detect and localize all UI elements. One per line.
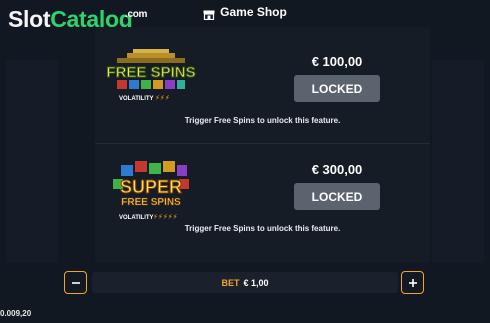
offer-price: € 100,00 — [311, 54, 363, 69]
offer-price: € 300,00 — [311, 162, 363, 177]
offer-super-free-spins: SUPER FREE SPINS VOLATILITY ⚡⚡⚡⚡⚡ € 300,… — [95, 145, 430, 261]
offer-divider — [95, 143, 430, 144]
background-reels-right — [432, 60, 484, 263]
offer-free-spins: FREE SPINS VOLATILITY ⚡⚡⚡ € 100,00 LOCKE… — [95, 27, 430, 143]
plus-icon — [408, 278, 417, 287]
super-logo-text: SUPER — [120, 177, 182, 197]
volatility-bolts: ⚡⚡⚡⚡⚡ — [153, 213, 178, 221]
watermark-com: .com — [125, 9, 148, 20]
watermark-slot: Slot — [8, 6, 51, 32]
page-title: Game Shop — [220, 5, 287, 19]
unlock-hint: Trigger Free Spins to unlock this featur… — [184, 116, 341, 125]
free-spins-logo-text: FREE SPINS — [106, 64, 195, 81]
bet-label: BET — [221, 277, 240, 288]
bet-increase-button[interactable] — [401, 271, 424, 294]
super-free-spins-logo: SUPER FREE SPINS VOLATILITY ⚡⚡⚡⚡⚡ — [105, 159, 197, 227]
minus-icon — [71, 281, 80, 284]
bet-decrease-button[interactable] — [64, 271, 87, 294]
shop-icon — [203, 7, 215, 21]
locked-button[interactable]: LOCKED — [294, 75, 380, 102]
unlock-hint: Trigger Free Spins to unlock this featur… — [184, 224, 341, 233]
super-free-spins-logo-text: FREE SPINS — [121, 197, 181, 208]
balance-value: 0.009,20 — [0, 309, 32, 318]
bet-display: BET € 1,00 — [92, 272, 398, 293]
volatility-bolts: ⚡⚡⚡ — [155, 94, 170, 102]
volatility-label: VOLATILITY — [119, 215, 154, 221]
locked-button[interactable]: LOCKED — [294, 183, 380, 210]
background-reels-left — [6, 60, 58, 263]
volatility-label: VOLATILITY — [119, 96, 154, 102]
bet-value: € 1,00 — [243, 277, 269, 288]
free-spins-logo: FREE SPINS VOLATILITY ⚡⚡⚡ — [105, 49, 197, 109]
